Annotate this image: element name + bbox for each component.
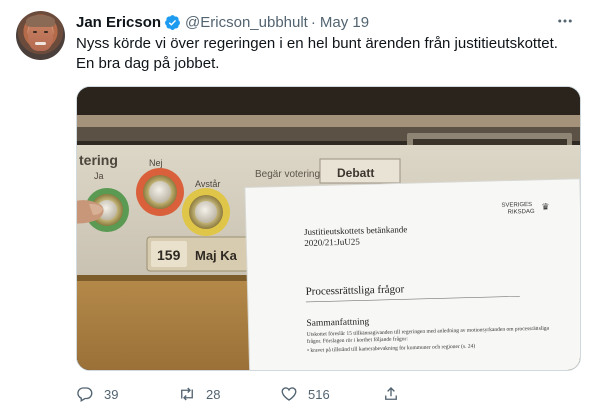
label-avstar: Avstår: [195, 179, 220, 189]
seat-name: Maj Ka: [195, 248, 238, 263]
tweet-photo[interactable]: tering Begär votering Debatt Nej Ja Avst…: [76, 86, 581, 371]
author-handle[interactable]: @Ericson_ubbhult: [185, 14, 308, 31]
retweet-count: 28: [206, 386, 221, 402]
reply-button[interactable]: 39: [76, 385, 178, 403]
doc-bullet: kravet på tillstånd till kamerabevakning…: [310, 343, 476, 354]
retweet-icon: [181, 387, 193, 401]
svg-text:♛: ♛: [541, 203, 549, 213]
share-icon: [385, 387, 397, 400]
label-begar-votering: Begär votering: [255, 169, 320, 180]
panel-label-voting: tering: [79, 152, 118, 168]
tweet[interactable]: Jan Ericson @Ericson_ubbhult · May 19 Ny…: [0, 0, 590, 411]
tweet-actions: 39 28 516: [76, 383, 581, 405]
reply-count: 39: [104, 386, 119, 402]
like-count: 516: [308, 386, 330, 402]
label-ja: Ja: [94, 171, 104, 181]
label-debatt: Debatt: [337, 166, 374, 180]
author-name[interactable]: Jan Ericson: [76, 14, 161, 31]
verified-icon: [165, 14, 180, 30]
avatar[interactable]: [16, 11, 65, 60]
doc-title-line2: 2020/21:JuU25: [304, 236, 360, 247]
doc-subheading: Sammanfattning: [306, 316, 369, 329]
heart-icon: [281, 387, 297, 401]
doc-logo-line1: SVERIGES: [501, 202, 532, 209]
like-button[interactable]: 516: [280, 385, 382, 403]
label-nej: Nej: [149, 158, 163, 168]
retweet-button[interactable]: 28: [178, 385, 280, 403]
photo-illustration: tering Begär votering Debatt Nej Ja Avst…: [77, 87, 580, 370]
more-options-icon[interactable]: [554, 10, 576, 32]
seat-number: 159: [157, 247, 181, 263]
doc-logo-line2: RIKSDAG: [508, 209, 535, 216]
tweet-header: Jan Ericson @Ericson_ubbhult · May 19: [76, 12, 369, 32]
share-button[interactable]: [382, 385, 442, 403]
tweet-date[interactable]: May 19: [320, 14, 369, 31]
tweet-text: Nyss körde vi över regeringen i en hel b…: [76, 35, 558, 72]
separator-dot: ·: [310, 13, 316, 31]
reply-icon: [77, 387, 93, 402]
